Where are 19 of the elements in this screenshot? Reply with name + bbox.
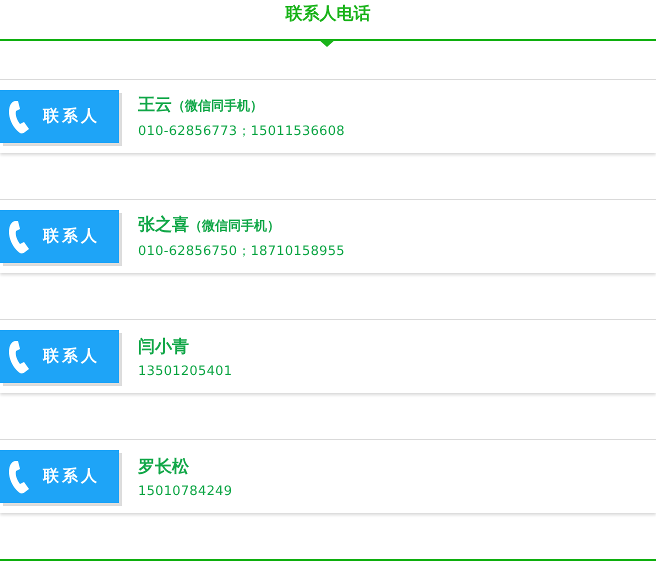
contact-name: 罗长松: [138, 456, 189, 478]
contact-name: 王云: [138, 94, 172, 116]
badge-label: 联系人: [43, 106, 100, 127]
badge-label: 联系人: [43, 226, 100, 247]
phone-icon: [9, 340, 31, 374]
phone-number: 13501205401: [138, 364, 232, 378]
phone-number: 010-62856773；15011536608: [138, 123, 345, 140]
phone-number: 010-62856750；18710158955: [138, 243, 345, 260]
phone-icon: [9, 100, 31, 134]
phone-number: 15010784249: [138, 484, 232, 498]
badge-label: 联系人: [43, 466, 100, 487]
contact-name: 闫小青: [138, 336, 189, 358]
phone-icon: [9, 220, 31, 254]
contact-name: 张之喜: [138, 214, 189, 236]
section-title: 联系人电话: [286, 3, 370, 25]
contact-note: （微信同手机）: [189, 218, 280, 235]
phone-icon: [9, 460, 31, 494]
contact-note: （微信同手机）: [172, 98, 263, 115]
badge-label: 联系人: [43, 346, 100, 367]
